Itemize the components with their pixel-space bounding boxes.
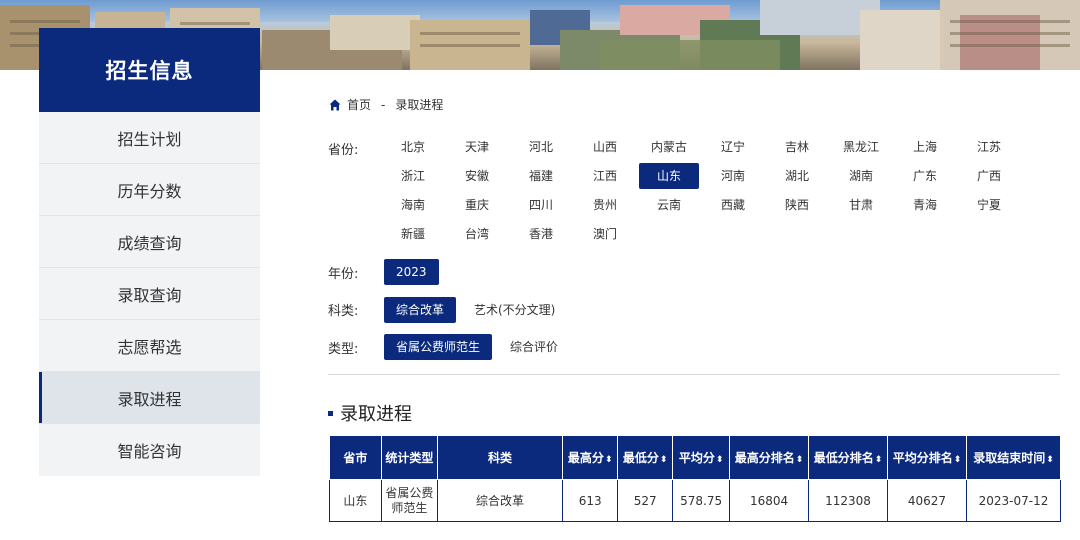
- province-option[interactable]: 甘肃: [831, 192, 891, 218]
- province-option[interactable]: 上海: [895, 134, 955, 160]
- section-title: 录取进程: [328, 400, 412, 426]
- province-option[interactable]: 吉林: [767, 134, 827, 160]
- cell-max-score: 613: [562, 479, 619, 522]
- col-header-max-score[interactable]: 最高分⬍: [562, 435, 619, 480]
- province-option[interactable]: 四川: [511, 192, 571, 218]
- province-option[interactable]: 江西: [575, 163, 635, 189]
- province-option[interactable]: 云南: [639, 192, 699, 218]
- province-option[interactable]: 香港: [511, 221, 571, 247]
- province-option[interactable]: 河南: [703, 163, 763, 189]
- province-option[interactable]: 湖北: [767, 163, 827, 189]
- sort-icon: ⬍: [874, 455, 883, 465]
- sidebar-item-score-query[interactable]: 成绩查询: [39, 216, 260, 268]
- sidebar-item-historical-scores[interactable]: 历年分数: [39, 164, 260, 216]
- province-option[interactable]: 安徽: [447, 163, 507, 189]
- sidebar-item-admission-query[interactable]: 录取查询: [39, 268, 260, 320]
- col-header-avg-rank[interactable]: 平均分排名⬍: [887, 435, 967, 480]
- province-option[interactable]: 山东: [639, 163, 699, 189]
- province-option[interactable]: 内蒙古: [639, 134, 699, 160]
- section-divider: [328, 374, 1060, 375]
- sidebar-item-admission-progress[interactable]: 录取进程: [39, 372, 260, 424]
- province-label: 省份:: [328, 143, 359, 158]
- sidebar-title: 招生信息: [39, 28, 260, 112]
- col-header-subject: 科类: [436, 435, 564, 480]
- breadcrumb: 首页 - 录取进程: [329, 96, 443, 113]
- year-label: 年份:: [328, 267, 359, 282]
- province-option[interactable]: 广西: [959, 163, 1019, 189]
- type-label: 类型:: [328, 342, 359, 357]
- cell-end-date: 2023-07-12: [965, 479, 1062, 522]
- province-option[interactable]: 河北: [511, 134, 571, 160]
- sidebar-item-smart-consult[interactable]: 智能咨询: [39, 424, 260, 476]
- province-option[interactable]: 重庆: [447, 192, 507, 218]
- sort-icon: ⬍: [604, 455, 613, 465]
- province-option[interactable]: 北京: [383, 134, 443, 160]
- sidebar-item-application-helper[interactable]: 志愿帮选: [39, 320, 260, 372]
- province-option[interactable]: 海南: [383, 192, 443, 218]
- col-header-end-date[interactable]: 录取结束时间⬍: [965, 435, 1062, 480]
- province-option[interactable]: 浙江: [383, 163, 443, 189]
- cell-subject: 综合改革: [436, 479, 564, 522]
- col-header-stat-type: 统计类型: [380, 435, 438, 480]
- col-header-max-rank[interactable]: 最高分排名⬍: [729, 435, 810, 480]
- breadcrumb-current: 录取进程: [395, 98, 444, 112]
- col-header-min-score[interactable]: 最低分⬍: [617, 435, 674, 480]
- table-header-row: 省市 统计类型 科类 最高分⬍ 最低分⬍ 平均分⬍ 最高分排名⬍ 最低分排名⬍ …: [329, 435, 1062, 480]
- home-icon[interactable]: [329, 99, 341, 111]
- province-option[interactable]: 天津: [447, 134, 507, 160]
- cell-min-rank: 112308: [808, 479, 888, 522]
- sort-icon: ⬍: [659, 455, 668, 465]
- province-option[interactable]: 宁夏: [959, 192, 1019, 218]
- cell-max-rank: 16804: [729, 479, 810, 522]
- province-option[interactable]: 台湾: [447, 221, 507, 247]
- cell-province: 山东: [329, 479, 382, 522]
- section-title-text: 录取进程: [340, 404, 412, 425]
- sidebar: 招生信息 招生计划 历年分数 成绩查询 录取查询 志愿帮选 录取进程 智能咨询: [39, 28, 260, 476]
- table-row: 山东 省属公费师范生 综合改革 613 527 578.75 16804 112…: [329, 479, 1062, 522]
- province-option[interactable]: 广东: [895, 163, 955, 189]
- sidebar-item-enrollment-plan[interactable]: 招生计划: [39, 112, 260, 164]
- cell-avg-score: 578.75: [672, 479, 731, 522]
- province-option[interactable]: 福建: [511, 163, 571, 189]
- province-option[interactable]: 西藏: [703, 192, 763, 218]
- subject-label: 科类:: [328, 304, 359, 319]
- type-option-public-normal[interactable]: 省属公费师范生: [384, 334, 493, 360]
- cell-avg-rank: 40627: [887, 479, 967, 522]
- subject-option-comprehensive-reform[interactable]: 综合改革: [384, 297, 457, 323]
- col-header-province: 省市: [329, 435, 382, 480]
- province-option[interactable]: 陕西: [767, 192, 827, 218]
- province-option[interactable]: 青海: [895, 192, 955, 218]
- province-option[interactable]: 湖南: [831, 163, 891, 189]
- col-header-min-rank[interactable]: 最低分排名⬍: [808, 435, 888, 480]
- col-header-avg-score[interactable]: 平均分⬍: [672, 435, 731, 480]
- province-option[interactable]: 澳门: [575, 221, 635, 247]
- admission-progress-table: 省市 统计类型 科类 最高分⬍ 最低分⬍ 平均分⬍ 最高分排名⬍ 最低分排名⬍ …: [329, 435, 1062, 522]
- sidebar-menu: 招生计划 历年分数 成绩查询 录取查询 志愿帮选 录取进程 智能咨询: [39, 112, 260, 476]
- type-option-comprehensive-evaluation[interactable]: 综合评价: [498, 334, 570, 360]
- breadcrumb-separator: -: [381, 97, 386, 112]
- sort-icon: ⬍: [1046, 455, 1054, 465]
- province-option[interactable]: 黑龙江: [831, 134, 891, 160]
- province-option[interactable]: 新疆: [383, 221, 443, 247]
- subject-option-art[interactable]: 艺术(不分文理): [462, 297, 567, 323]
- province-option[interactable]: 江苏: [959, 134, 1019, 160]
- year-option-2023[interactable]: 2023: [384, 259, 439, 285]
- sort-icon: ⬍: [953, 455, 962, 465]
- cell-min-score: 527: [617, 479, 674, 522]
- breadcrumb-home-link[interactable]: 首页: [347, 96, 371, 113]
- sort-icon: ⬍: [795, 455, 804, 465]
- province-option[interactable]: 山西: [575, 134, 635, 160]
- sort-icon: ⬍: [715, 455, 724, 465]
- title-marker-icon: [328, 410, 333, 416]
- province-option[interactable]: 辽宁: [703, 134, 763, 160]
- province-option[interactable]: 贵州: [575, 192, 635, 218]
- cell-stat-type: 省属公费师范生: [380, 479, 438, 522]
